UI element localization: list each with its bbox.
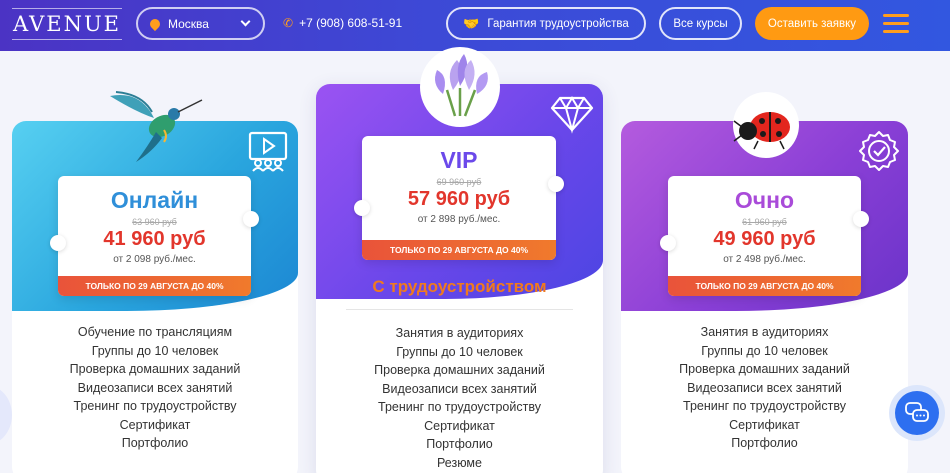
current-price: 49 960 руб (713, 228, 816, 250)
feature-item: Видеозаписи всех занятий (687, 380, 842, 395)
hamburger-menu-icon[interactable] (883, 14, 909, 34)
feature-item: Сертификат (729, 417, 800, 432)
plan-card-vip: VIP 69 960 руб 57 960 руб от 2 898 руб./… (316, 84, 603, 473)
feature-item: Видеозаписи всех занятий (77, 380, 233, 395)
decor-dot (660, 235, 676, 251)
city-label: Москва (168, 16, 209, 31)
plan-subtitle: С трудоустройством (372, 277, 547, 296)
logo[interactable]: AVENUE (12, 8, 122, 40)
hummingbird-image (110, 91, 203, 162)
feature-item: Проверка домашних заданий (374, 363, 545, 377)
chat-icon (895, 391, 939, 435)
old-price: 69 960 руб (436, 177, 482, 187)
map-pin-icon (147, 16, 163, 31)
old-price: 61 960 руб (742, 217, 787, 227)
feature-item: Сертификат (119, 417, 191, 432)
guarantee-label: Гарантия трудоустройства (487, 17, 629, 30)
feature-item: Портфолио (731, 436, 798, 450)
feature-item: Портфолио (121, 436, 189, 450)
crocus-flower-image (420, 47, 500, 127)
price-box: Онлайн 63 960 руб 41 960 руб от 2 098 ру… (58, 176, 251, 296)
features-list: Обучение по трансляциям Группы до 10 чел… (12, 323, 298, 453)
feature-item: Проверка домашних заданий (679, 362, 850, 376)
phone-link[interactable]: ✆ +7 (908) 608-51-91 (283, 16, 402, 30)
leave-request-button[interactable]: Оставить заявку (755, 7, 869, 40)
plan-title: Очно (734, 187, 795, 213)
decor-shape (0, 385, 12, 445)
phone-number: +7 (908) 608-51-91 (299, 16, 403, 30)
city-selector[interactable]: Москва (136, 7, 265, 40)
decor-dot (50, 235, 66, 251)
plan-title: VIP (440, 147, 478, 173)
features-list: Занятия в аудиториях Группы до 10 челове… (621, 323, 908, 453)
feature-item: Проверка домашних заданий (69, 362, 241, 376)
monthly-price: от 2 098 руб./мес. (113, 254, 196, 265)
badge-check-icon (859, 131, 899, 171)
chevron-down-icon (240, 16, 251, 27)
feature-item: Группы до 10 человек (701, 343, 828, 358)
feature-item: Тренинг по трудоустройству (683, 399, 846, 413)
feature-item: Сертификат (424, 418, 495, 433)
handshake-icon: 🤝 (463, 15, 480, 31)
current-price: 57 960 руб (407, 188, 511, 210)
diamond-icon (550, 96, 594, 134)
feature-item: Резюме (437, 455, 482, 470)
phone-icon: ✆ (283, 16, 294, 30)
plan-card-online: Онлайн 63 960 руб 41 960 руб от 2 098 ру… (12, 121, 298, 473)
promo-banner: ТОЛЬКО ПО 29 АВГУСТА ДО 40% (58, 276, 251, 296)
guarantee-button[interactable]: 🤝 Гарантия трудоустройства (446, 7, 646, 40)
divider (346, 309, 573, 310)
ladybug-image (733, 92, 799, 158)
feature-item: Обучение по трансляциям (77, 325, 233, 339)
video-lesson-icon (248, 131, 288, 172)
decor-dot (243, 211, 259, 227)
feature-item: Группы до 10 человек (91, 343, 219, 358)
decor-dot (548, 176, 564, 192)
features-list: Занятия в аудиториях Группы до 10 челове… (316, 324, 603, 472)
feature-item: Занятия в аудиториях (395, 326, 524, 340)
promo-banner: ТОЛЬКО ПО 29 АВГУСТА ДО 40% (668, 276, 861, 296)
feature-item: Группы до 10 человек (396, 344, 523, 359)
feature-item: Видеозаписи всех занятий (382, 381, 537, 396)
feature-item: Тренинг по трудоустройству (378, 400, 541, 414)
feature-item: Занятия в аудиториях (700, 325, 829, 339)
plan-card-ochno: Очно 61 960 руб 49 960 руб от 2 498 руб.… (621, 121, 908, 473)
monthly-price: от 2 898 руб./мес. (417, 214, 501, 225)
feature-item: Портфолио (426, 437, 493, 451)
decor-dot (853, 211, 869, 227)
old-price: 63 960 руб (132, 217, 177, 227)
current-price: 41 960 руб (103, 228, 206, 250)
plan-title: Онлайн (110, 187, 199, 213)
feature-item: Тренинг по трудоустройству (73, 399, 237, 413)
promo-banner: ТОЛЬКО ПО 29 АВГУСТА ДО 40% (362, 240, 556, 260)
site-header: AVENUE Москва ✆ +7 (908) 608-51-91 🤝 Гар… (0, 0, 950, 51)
all-courses-button[interactable]: Все курсы (659, 7, 742, 40)
price-box: Очно 61 960 руб 49 960 руб от 2 498 руб.… (668, 176, 861, 296)
monthly-price: от 2 498 руб./мес. (723, 254, 806, 265)
price-box: VIP 69 960 руб 57 960 руб от 2 898 руб./… (362, 136, 556, 260)
chat-button[interactable] (889, 385, 945, 441)
decor-dot (354, 200, 370, 216)
